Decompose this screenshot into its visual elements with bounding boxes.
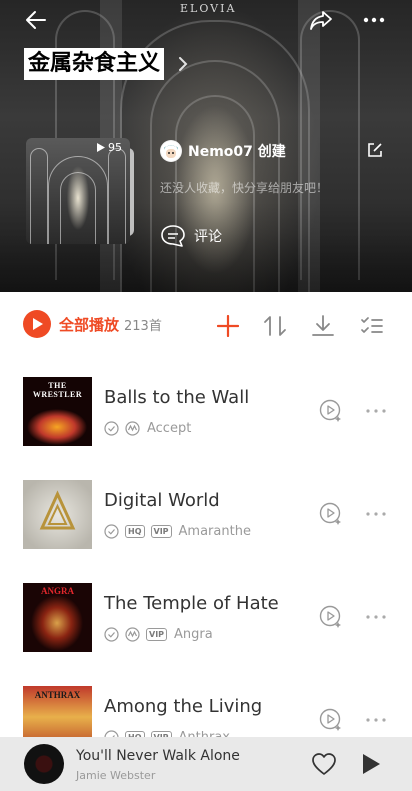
add-button[interactable] [214,312,242,340]
song-more-button[interactable] [364,399,388,423]
comment-button[interactable]: 评论 [160,224,222,248]
song-title: The Temple of Hate [104,593,279,614]
multi-select-button[interactable] [358,312,386,340]
hq-badge: HQ [125,525,145,538]
download-icon [312,315,334,336]
mini-player-title: You'll Never Walk Alone [76,748,240,764]
song-row[interactable]: Digital World HQ VIP Amaranthe [0,480,412,580]
mini-player[interactable]: You'll Never Walk Alone Jamie Webster [0,737,412,791]
download-button[interactable] [309,312,337,340]
comment-icon [161,225,185,247]
album-art: THE WRESTLER [23,377,92,446]
playlist-description: 还没人收藏，快分享给朋友吧！ [160,181,329,195]
playlist-title-link[interactable]: 金属杂食主义 [24,48,188,80]
more-icon [366,615,386,619]
more-icon [366,718,386,722]
video-play-icon [319,502,341,525]
song-artist: Angra [174,627,213,642]
play-icon [32,318,43,330]
sort-icon [264,316,286,336]
creator-link[interactable]: Nemo07 创建 [160,140,286,162]
more-icon [366,409,386,413]
header-logo-text: ELOVIA [180,2,237,15]
song-meta: HQ VIP Amaranthe [104,524,251,539]
vip-badge: VIP [150,525,172,538]
play-icon [363,754,380,774]
sound-quality-icon [125,421,140,436]
edit-button[interactable] [367,142,387,162]
play-circle-icon [23,310,51,338]
creator-name: Nemo07 创建 [188,144,286,160]
song-row[interactable]: THE WRESTLER Balls to the Wall Accept [0,377,412,477]
video-play-icon [319,605,341,628]
more-icon [363,17,385,23]
more-button[interactable] [358,6,390,34]
album-art-text: ANGRA [41,586,74,596]
edit-icon [368,143,382,157]
album-art-text: THE WRESTLER [32,381,83,399]
vip-badge: VIP [146,628,168,641]
sort-button[interactable] [261,312,289,340]
playlist-cover[interactable]: 95 [26,138,138,244]
more-icon [366,512,386,516]
play-count-value: 95 [108,141,122,154]
sound-quality-icon [125,627,140,642]
mv-play-button[interactable] [319,502,343,526]
cover-arch [108,148,126,244]
avatar [160,140,182,162]
album-art: ANGRA [23,583,92,652]
play-all-button[interactable]: 全部播放 213首 [23,310,162,338]
comment-label: 评论 [194,229,222,245]
song-more-button[interactable] [364,605,388,629]
song-artist: Amaranthe [178,524,251,539]
playlist-toolbar: 全部播放 213首 [0,292,412,362]
share-icon [310,11,332,30]
back-arrow-icon [26,11,46,29]
song-meta: VIP Angra [104,627,213,642]
downloaded-check-icon [104,627,119,642]
song-title: Among the Living [104,696,263,717]
song-title: Digital World [104,490,220,511]
cover-arch [60,172,96,244]
mv-play-button[interactable] [319,708,343,732]
song-title: Balls to the Wall [104,387,250,408]
song-row[interactable]: ANGRA The Temple of Hate VIP Angra [0,583,412,683]
share-button[interactable] [305,6,337,34]
song-more-button[interactable] [364,502,388,526]
play-all-label: 全部播放 [59,315,120,334]
video-play-icon [319,708,341,731]
album-art [23,480,92,549]
like-button[interactable] [311,752,337,776]
back-button[interactable] [20,6,52,34]
mini-player-art [24,744,64,784]
play-triangle-icon [97,143,105,152]
mv-play-button[interactable] [319,399,343,423]
cover-arch [30,148,48,244]
avatar-face-icon [161,141,181,161]
song-count: 213首 [124,318,162,334]
mini-play-button[interactable] [360,752,384,776]
playlist-header: ELOVIA 金属杂食主义 95 Nemo07 创建 还没人收藏，快分享给朋友吧… [0,0,412,292]
playlist-title: 金属杂食主义 [24,48,165,80]
heart-icon [312,753,336,775]
downloaded-check-icon [104,421,119,436]
album-art-text: ANTHRAX [34,690,81,700]
downloaded-check-icon [104,524,119,539]
song-more-button[interactable] [364,708,388,732]
album-art-emblem [39,490,76,530]
add-icon [217,315,239,337]
multi-select-icon [361,317,383,333]
mv-play-button[interactable] [319,605,343,629]
chevron-right-icon [179,57,188,71]
video-play-icon [319,399,341,422]
song-artist: Accept [147,421,192,436]
play-count: 95 [97,141,122,154]
song-meta: Accept [104,421,191,436]
mini-player-artist: Jamie Webster [76,769,156,782]
cover-image: 95 [26,138,130,244]
